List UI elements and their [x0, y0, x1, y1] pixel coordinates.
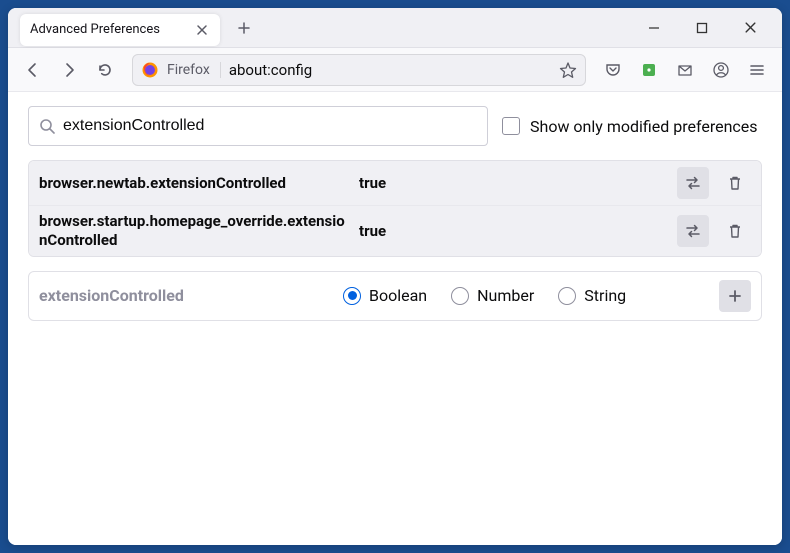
type-radio-group: Boolean Number String — [343, 286, 705, 305]
pref-value: true — [359, 222, 667, 240]
url-text: about:config — [229, 61, 551, 79]
window-controls — [634, 10, 782, 46]
firefox-icon — [141, 61, 159, 79]
back-button[interactable] — [18, 55, 48, 85]
toggle-button[interactable] — [677, 215, 709, 247]
bookmark-star-icon[interactable] — [559, 61, 577, 79]
add-pref-button[interactable] — [719, 280, 751, 312]
type-radio-boolean[interactable]: Boolean — [343, 286, 427, 305]
close-icon[interactable] — [194, 22, 210, 38]
type-radio-string[interactable]: String — [558, 286, 626, 305]
pref-name: browser.newtab.extensionControlled — [39, 174, 349, 193]
radio-label: String — [584, 286, 626, 305]
show-modified-checkbox[interactable]: Show only modified preferences — [502, 117, 758, 136]
reload-button[interactable] — [90, 55, 120, 85]
hamburger-menu-icon[interactable] — [742, 55, 772, 85]
extension-icon[interactable] — [634, 55, 664, 85]
radio-label: Boolean — [369, 286, 427, 305]
pref-row[interactable]: browser.newtab.extensionControlled true — [29, 161, 761, 206]
radio-icon — [558, 287, 576, 305]
navigation-toolbar: Firefox about:config — [8, 48, 782, 92]
checkbox-icon — [502, 117, 520, 135]
prefs-list: browser.newtab.extensionControlled true … — [28, 160, 762, 257]
type-radio-number[interactable]: Number — [451, 286, 534, 305]
inbox-icon[interactable] — [670, 55, 700, 85]
delete-button[interactable] — [719, 167, 751, 199]
urlbar-brand-label: Firefox — [167, 62, 221, 78]
show-modified-label: Show only modified preferences — [530, 117, 758, 136]
toggle-button[interactable] — [677, 167, 709, 199]
pref-name: browser.startup.homepage_override.extens… — [39, 212, 349, 250]
browser-window: Advanced Preferences — [8, 8, 782, 545]
tab-bar: Advanced Preferences — [8, 8, 782, 48]
delete-button[interactable] — [719, 215, 751, 247]
search-box[interactable] — [28, 106, 488, 146]
new-pref-name: extensionControlled — [39, 286, 329, 305]
close-window-button[interactable] — [730, 10, 770, 46]
forward-button[interactable] — [54, 55, 84, 85]
about-config-content: Show only modified preferences browser.n… — [8, 92, 782, 545]
active-tab[interactable]: Advanced Preferences — [20, 14, 220, 46]
search-icon — [39, 118, 55, 134]
new-pref-row: extensionControlled Boolean Number Strin… — [28, 271, 762, 321]
maximize-button[interactable] — [682, 10, 722, 46]
search-row: Show only modified preferences — [28, 106, 762, 146]
pocket-icon[interactable] — [598, 55, 628, 85]
minimize-button[interactable] — [634, 10, 674, 46]
new-tab-button[interactable] — [230, 14, 258, 42]
radio-icon — [343, 287, 361, 305]
tab-title: Advanced Preferences — [30, 22, 186, 37]
radio-label: Number — [477, 286, 534, 305]
pref-row[interactable]: browser.startup.homepage_override.extens… — [29, 206, 761, 256]
pref-value: true — [359, 174, 667, 192]
url-bar[interactable]: Firefox about:config — [132, 54, 586, 86]
radio-icon — [451, 287, 469, 305]
search-input[interactable] — [63, 117, 477, 135]
account-icon[interactable] — [706, 55, 736, 85]
